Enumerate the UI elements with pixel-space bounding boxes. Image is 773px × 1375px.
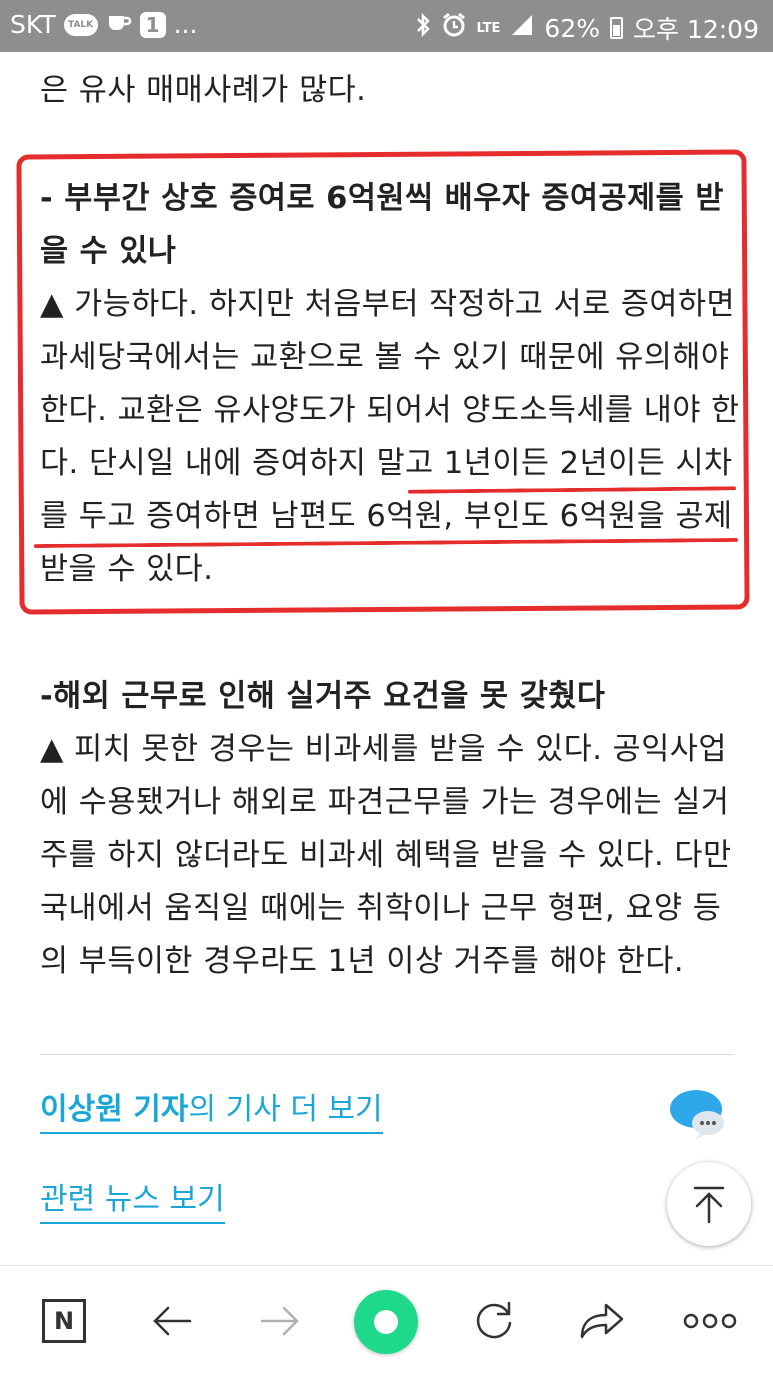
- lte-indicator: LTE: [476, 20, 501, 36]
- scroll-to-top-button[interactable]: [667, 1162, 751, 1246]
- qa-block-spouse-gift: - 부부간 상호 증여로 6억원씩 배우자 증여공제를 받을 수 있나 ▲ 가능…: [40, 172, 740, 596]
- divider: [40, 1054, 734, 1055]
- chat-bubble-icon[interactable]: [668, 1087, 728, 1143]
- clock: 오후 12:09: [633, 15, 759, 44]
- forward-arrow-icon: [260, 1306, 299, 1336]
- notification-count-badge: 1: [139, 11, 166, 38]
- alarm-icon: [441, 12, 467, 44]
- forward-button[interactable]: [252, 1293, 308, 1349]
- refresh-icon: [476, 1301, 512, 1339]
- battery-icon: [610, 17, 623, 39]
- paragraph-intro-tail: 은 유사 매매사례가 많다.: [40, 73, 367, 108]
- status-bar: SKT TALK 1 ... LTE 62% 오후 12:09: [0, 0, 773, 52]
- related-news-link[interactable]: 관련 뉴스 보기: [40, 1182, 225, 1224]
- battery-percent: 62%: [544, 13, 600, 43]
- kakaotalk-icon: TALK: [63, 13, 98, 36]
- back-arrow-icon: [153, 1306, 192, 1336]
- coffee-icon: [106, 10, 132, 39]
- author-name: 이상원 기자: [40, 1092, 189, 1127]
- browser-bottom-bar: N: [0, 1265, 773, 1375]
- naver-home-icon: N: [42, 1299, 86, 1343]
- green-dot-button[interactable]: [354, 1290, 418, 1354]
- more-menu-button[interactable]: [682, 1293, 738, 1349]
- naver-home-button[interactable]: N: [36, 1293, 92, 1349]
- author-link-suffix: 의 기사 더 보기: [188, 1092, 383, 1127]
- share-button[interactable]: [574, 1293, 630, 1349]
- question-heading: - 부부간 상호 증여로 6억원씩 배우자 증여공제를 받을 수 있나: [40, 181, 724, 269]
- question-heading: -해외 근무로 인해 실거주 요건을 못 갖췄다: [40, 679, 606, 714]
- more-notifications: ...: [173, 10, 198, 39]
- signal-icon: [510, 13, 534, 43]
- qa-block-overseas-work: -해외 근무로 인해 실거주 요건을 못 갖췄다 ▲ 피치 못한 경우는 비과세…: [40, 670, 740, 988]
- back-button[interactable]: [144, 1293, 200, 1349]
- share-icon: [580, 1303, 624, 1339]
- author-more-articles-link[interactable]: 이상원 기자의 기사 더 보기: [40, 1092, 383, 1134]
- article-content: 은 유사 매매사례가 많다. - 부부간 상호 증여로 6억원씩 배우자 증여공…: [0, 52, 773, 1265]
- answer-text: ▲ 가능하다. 하지만 처음부터 작정하고 서로 증여하면 과세당국에서는 교환…: [40, 287, 740, 587]
- answer-text: ▲ 피치 못한 경우는 비과세를 받을 수 있다. 공익사업에 수용됐거나 해외…: [40, 732, 732, 979]
- carrier-label: SKT: [10, 10, 56, 39]
- bluetooth-icon: [415, 12, 431, 44]
- arrow-up-icon: [693, 1186, 725, 1224]
- more-icon: [683, 1313, 737, 1329]
- refresh-button[interactable]: [466, 1293, 522, 1349]
